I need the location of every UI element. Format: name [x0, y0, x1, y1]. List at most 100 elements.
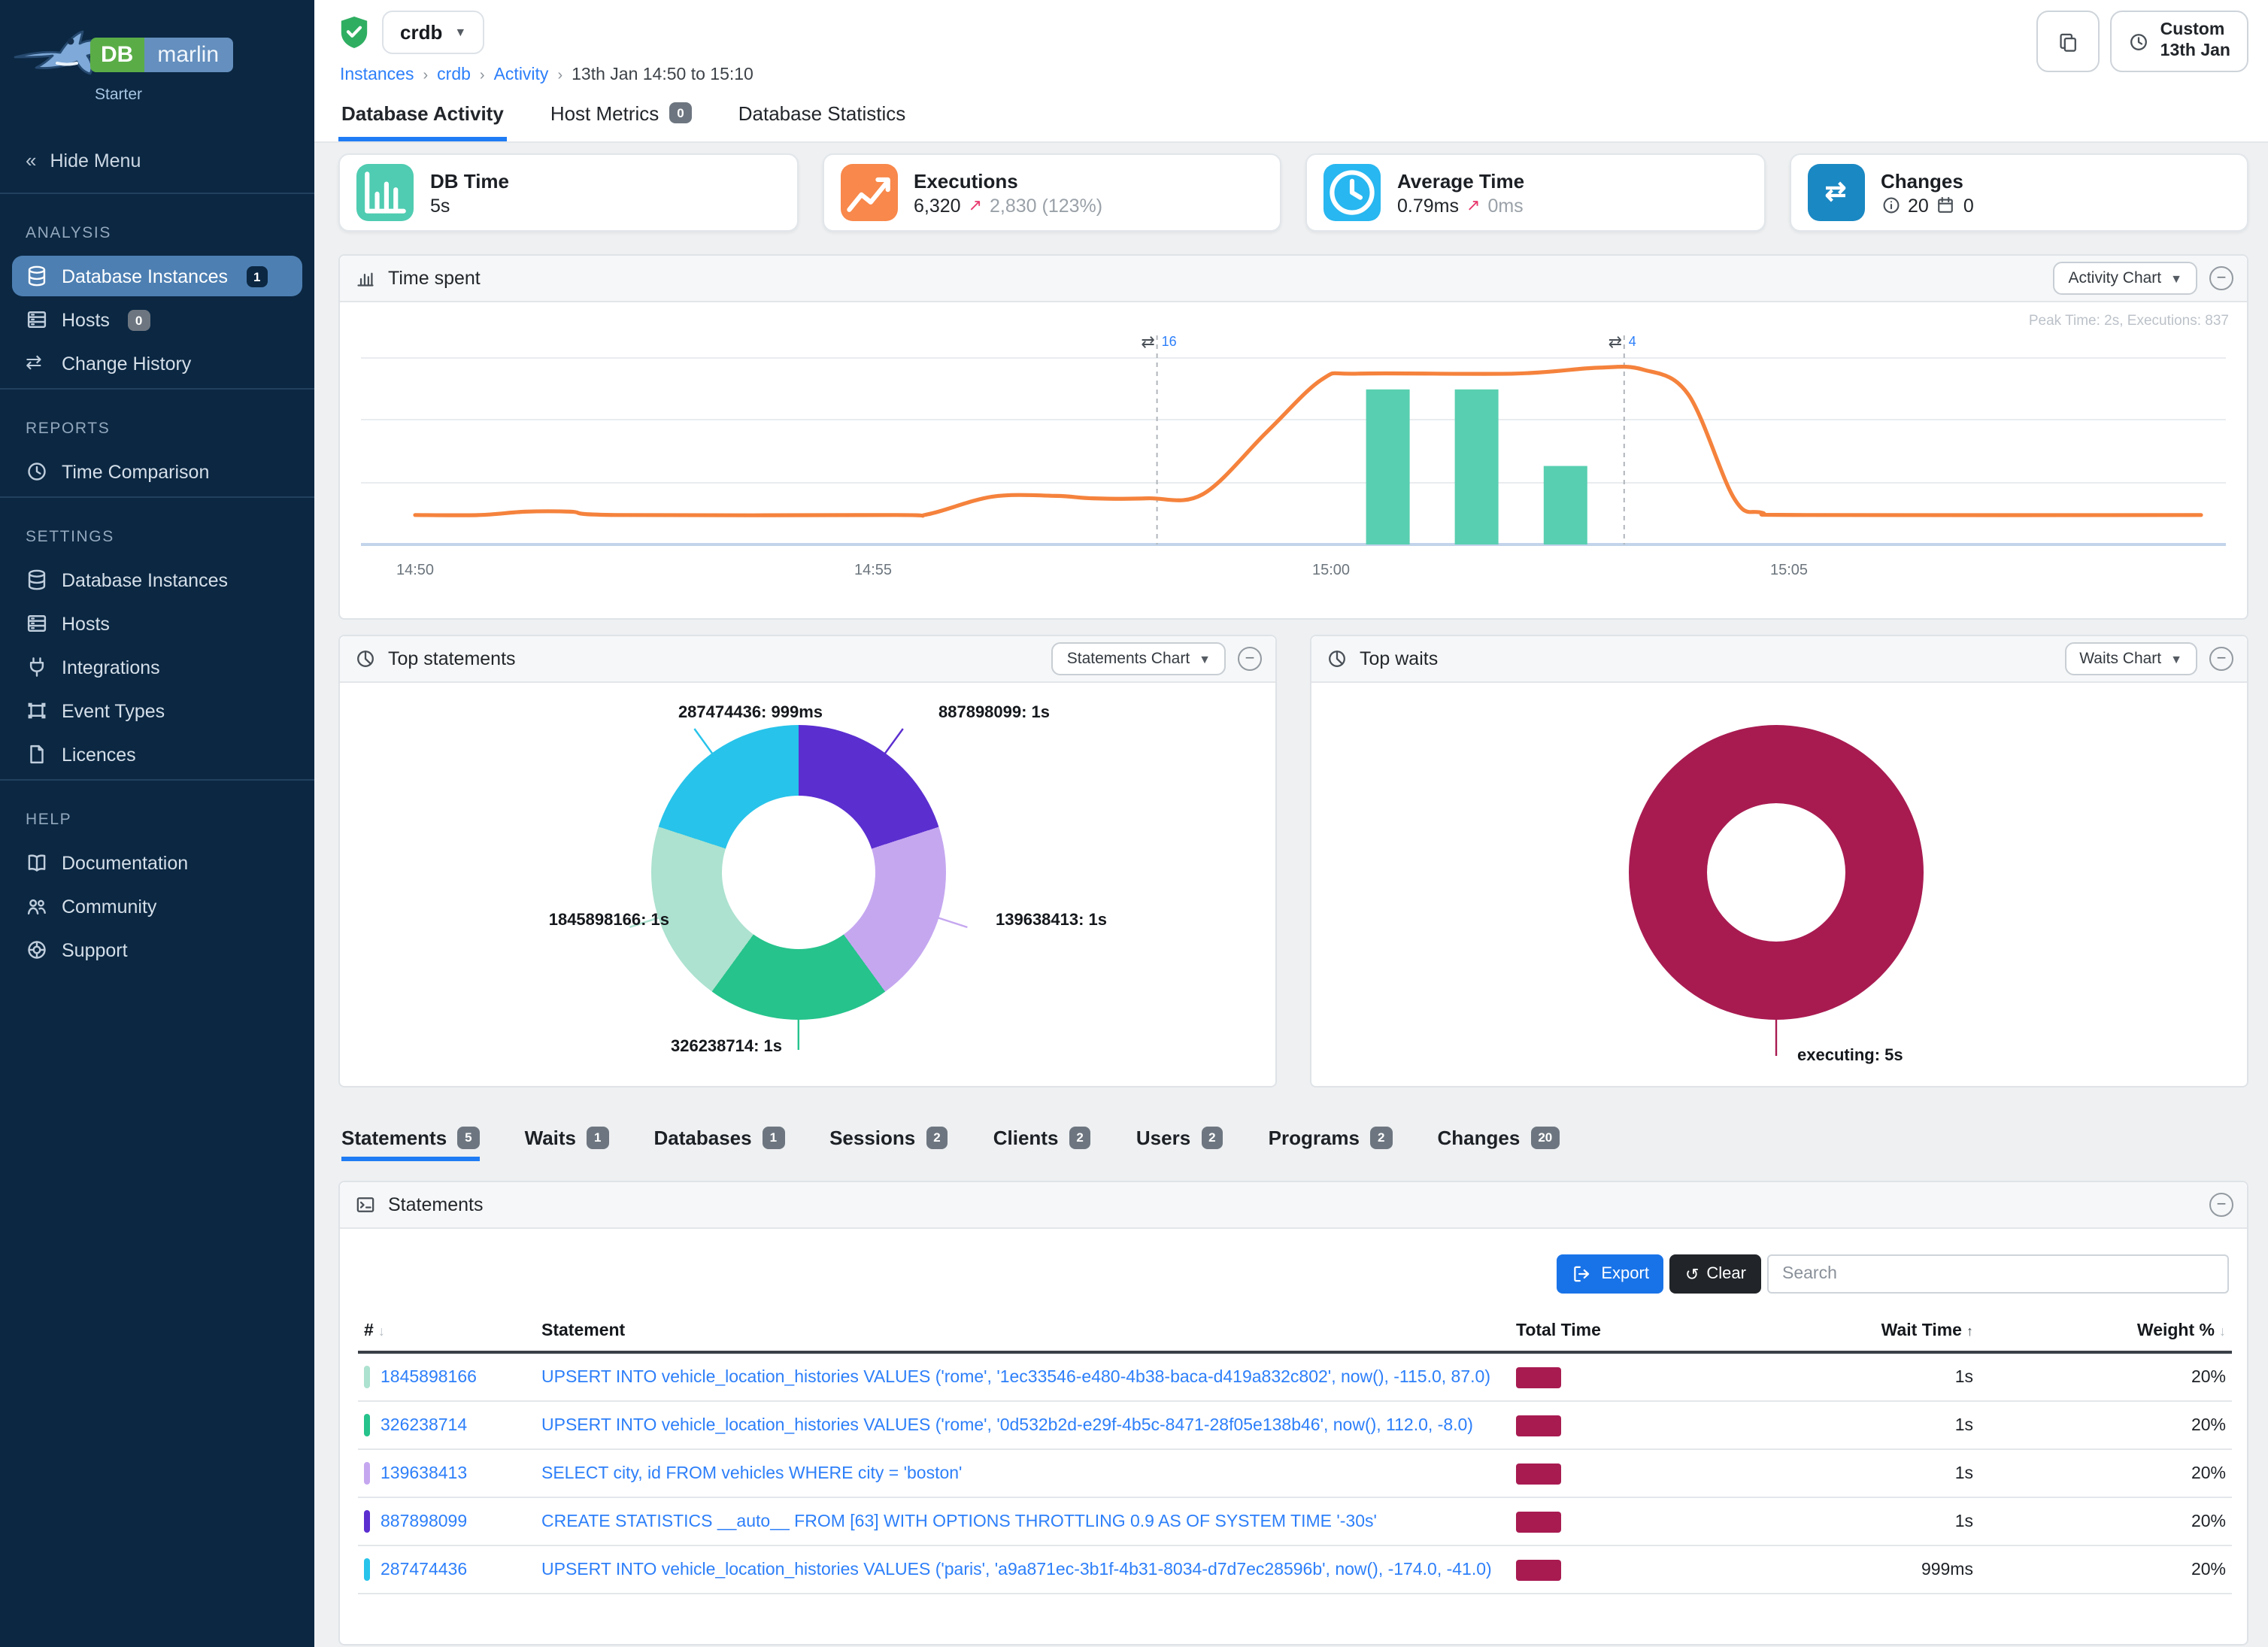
detail-tab-users[interactable]: Users2: [1136, 1127, 1223, 1161]
sort-icon[interactable]: ↓: [2219, 1324, 2226, 1339]
statement-id-link[interactable]: 287474436: [381, 1561, 467, 1579]
top-statements-donut[interactable]: 887898099: 1s139638413: 1s326238714: 1s1…: [340, 683, 1275, 1086]
sidebar-item-time-comparison[interactable]: Time Comparison: [12, 451, 302, 492]
wait-time-value: 999ms: [1736, 1545, 1979, 1594]
collapse-panel-button[interactable]: −: [1238, 647, 1262, 671]
sidebar-item-database-instances[interactable]: Database Instances: [12, 560, 302, 600]
change-marker-count[interactable]: 4: [1629, 334, 1636, 349]
change-marker-count[interactable]: 16: [1162, 334, 1177, 349]
donut-label-executing: executing: 5s: [1797, 1047, 1903, 1065]
sidebar-item-licences[interactable]: Licences: [12, 734, 302, 775]
export-button[interactable]: Export: [1556, 1254, 1664, 1294]
time-range-button[interactable]: Custom 13th Jan: [2111, 11, 2248, 72]
logo-edition: Starter: [95, 86, 142, 104]
search-input[interactable]: [1767, 1254, 2229, 1294]
copy-link-button[interactable]: [2037, 11, 2100, 72]
column-header-[interactable]: #↓: [358, 1312, 535, 1352]
sidebar-item-hosts[interactable]: Hosts0: [12, 299, 302, 340]
waits-chart-select[interactable]: Waits Chart▼: [2064, 642, 2197, 675]
collapse-panel-button[interactable]: −: [2209, 266, 2233, 290]
sidebar-item-label: Documentation: [62, 852, 188, 873]
detail-tab-programs[interactable]: Programs2: [1269, 1127, 1393, 1161]
statements-table: #↓StatementTotal TimeWait Time↑Weight %↓…: [358, 1312, 2232, 1594]
support-icon: [26, 939, 48, 961]
sidebar-item-badge: 1: [246, 265, 268, 287]
sidebar-item-support[interactable]: Support: [12, 930, 302, 970]
statement-link[interactable]: CREATE STATISTICS __auto__ FROM [63] WIT…: [541, 1512, 1504, 1530]
tab-database-activity[interactable]: Database Activity: [338, 90, 507, 141]
sidebar-item-label: Time Comparison: [62, 461, 209, 482]
detail-tab-changes[interactable]: Changes20: [1438, 1127, 1560, 1161]
sidebar-item-change-history[interactable]: ⇄Change History: [12, 343, 302, 384]
column-header-weight[interactable]: Weight %↓: [1979, 1312, 2232, 1352]
tab-database-statistics[interactable]: Database Statistics: [735, 90, 909, 141]
detail-tab-sessions[interactable]: Sessions2: [829, 1127, 948, 1161]
change-marker-icon[interactable]: ⇄: [1609, 332, 1622, 351]
clear-button[interactable]: ↺ Clear: [1670, 1254, 1761, 1294]
time-range-label: Custom 13th Jan: [2160, 20, 2230, 62]
sidebar-item-integrations[interactable]: Integrations: [12, 647, 302, 687]
detail-tab-statements[interactable]: Statements5: [341, 1127, 480, 1161]
sidebar-item-event-types[interactable]: Event Types: [12, 690, 302, 731]
statement-link[interactable]: UPSERT INTO vehicle_location_histories V…: [541, 1416, 1504, 1434]
activity-chart-select[interactable]: Activity Chart▼: [2053, 262, 2197, 295]
breadcrumb-activity[interactable]: Activity: [494, 66, 549, 84]
change-marker-icon[interactable]: ⇄: [1141, 332, 1154, 351]
instance-selector[interactable]: crdb ▼: [382, 11, 484, 54]
statement-link[interactable]: SELECT city, id FROM vehicles WHERE city…: [541, 1464, 1504, 1482]
statement-id-link[interactable]: 139638413: [381, 1464, 467, 1482]
sort-icon[interactable]: ↑: [1966, 1324, 1973, 1339]
time-spent-chart[interactable]: Peak Time: 2s, Executions: 837 ⇄ 16 ⇄ 4 14:5…: [340, 302, 2247, 618]
executions-bar: [1366, 390, 1410, 544]
breadcrumb-instance[interactable]: crdb: [437, 66, 471, 84]
sidebar-item-documentation[interactable]: Documentation: [12, 842, 302, 883]
sort-icon[interactable]: ↓: [378, 1324, 385, 1339]
top-waits-donut[interactable]: executing: 5s: [1311, 683, 2247, 1086]
detail-tab-clients[interactable]: Clients2: [993, 1127, 1091, 1161]
statement-id-link[interactable]: 326238714: [381, 1416, 467, 1434]
sidebar-item-label: Hosts: [62, 309, 110, 330]
tab-host-metrics[interactable]: Host Metrics0: [547, 90, 695, 141]
statements-chart-select[interactable]: Statements Chart▼: [1052, 642, 1226, 675]
stat-card-changes[interactable]: ⇄Changes200: [1789, 153, 2248, 232]
x-axis-tick: 14:55: [854, 562, 892, 578]
breadcrumb-instances[interactable]: Instances: [340, 66, 414, 84]
stat-card-executions[interactable]: Executions6,320↗2,830 (123%): [822, 153, 1281, 232]
sidebar-item-community[interactable]: Community: [12, 886, 302, 927]
total-time-bar: [1516, 1463, 1561, 1484]
detail-tab-databases[interactable]: Databases1: [654, 1127, 785, 1161]
sidebar-section-title-analysis: ANALYSIS: [0, 199, 314, 253]
stat-card-count: 20: [1908, 195, 1929, 216]
donut-label-287474436: 287474436: 999ms: [678, 704, 823, 722]
sidebar-item-database-instances[interactable]: Database Instances 1: [12, 256, 302, 296]
info-icon: [1881, 196, 1900, 215]
stat-card-db-time[interactable]: DB Time5s: [338, 153, 798, 232]
sidebar: DBmarlin Starter « Hide Menu ANALYSISDat…: [0, 0, 314, 1647]
sidebar-item-label: Licences: [62, 744, 136, 765]
topbar-right: Custom 13th Jan: [2037, 11, 2248, 90]
column-header-wait-time[interactable]: Wait Time↑: [1736, 1312, 1979, 1352]
logo[interactable]: DBmarlin Starter: [0, 0, 314, 132]
statement-link[interactable]: UPSERT INTO vehicle_location_histories V…: [541, 1368, 1504, 1386]
sidebar-item-label: Database Instances: [62, 265, 228, 287]
hide-menu-button[interactable]: « Hide Menu: [0, 132, 314, 188]
detail-tab-label: Sessions: [829, 1127, 915, 1149]
statement-color-chip: [364, 1510, 370, 1533]
statement-id-link[interactable]: 887898099: [381, 1512, 467, 1530]
chevron-down-icon: ▼: [1199, 652, 1211, 666]
sidebar-item-hosts[interactable]: Hosts: [12, 603, 302, 644]
statement-id-link[interactable]: 1845898166: [381, 1368, 477, 1386]
double-chevron-left-icon: «: [26, 149, 36, 171]
x-axis-tick: 14:50: [396, 562, 434, 578]
statement-link[interactable]: UPSERT INTO vehicle_location_histories V…: [541, 1561, 1504, 1579]
collapse-panel-button[interactable]: −: [2209, 1193, 2233, 1217]
collapse-panel-button[interactable]: −: [2209, 647, 2233, 671]
stat-card-average-time[interactable]: Average Time0.79ms↗0ms: [1305, 153, 1765, 232]
detail-tab-waits[interactable]: Waits1: [525, 1127, 609, 1161]
wait-time-value: 1s: [1736, 1352, 1979, 1401]
topbar: crdb ▼ Instances › crdb › Activity › 13t…: [314, 0, 2268, 90]
breadcrumb: Instances › crdb › Activity › 13th Jan 1…: [340, 66, 753, 84]
panel-title: Time spent: [388, 268, 481, 289]
peak-annotation: Peak Time: 2s, Executions: 837: [2029, 313, 2229, 329]
executions-bar: [1455, 390, 1499, 544]
